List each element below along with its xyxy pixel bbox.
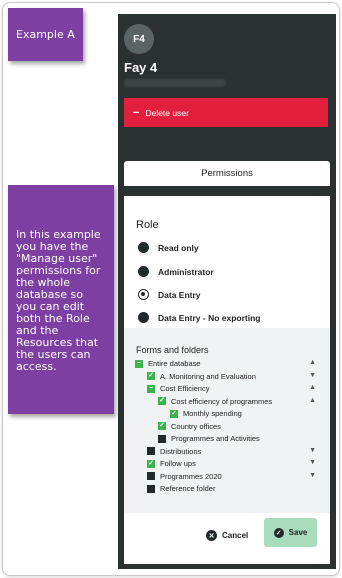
checkbox-checked-icon[interactable]: ✓ bbox=[158, 397, 166, 405]
user-panel: F4 Fay 4 − Delete user Permissions Role … bbox=[118, 14, 336, 569]
checkbox-checked-icon[interactable]: ✓ bbox=[158, 422, 166, 430]
blurred-email bbox=[124, 79, 226, 87]
expand-arrow-icon[interactable]: ▼ bbox=[309, 447, 316, 454]
minus-icon: − bbox=[133, 106, 140, 119]
permissions-card: Role Read only Administrator Data Entry … bbox=[124, 196, 330, 564]
role-option-label: Data Entry bbox=[158, 289, 201, 300]
checkbox-partial-icon[interactable]: − bbox=[147, 384, 155, 393]
role-heading: Role bbox=[136, 219, 159, 231]
expand-arrow-icon[interactable]: ▼ bbox=[309, 472, 316, 479]
radio-icon bbox=[138, 266, 149, 277]
role-option-data-entry-no-exporting[interactable]: Data Entry - No exporting bbox=[138, 312, 260, 323]
delete-user-button[interactable]: − Delete user bbox=[124, 98, 328, 127]
collapse-arrow-icon[interactable]: ▲ bbox=[309, 397, 316, 404]
cancel-button[interactable]: ✕ Cancel bbox=[206, 530, 248, 541]
tree-item-label: Reference folder bbox=[160, 484, 216, 493]
tree-item-label: Country offices bbox=[171, 421, 221, 431]
role-option-label: Read only bbox=[158, 242, 199, 253]
tree-item[interactable]: Reference folder bbox=[147, 484, 215, 493]
radio-icon bbox=[138, 242, 149, 253]
checkbox-checked-icon[interactable]: ✓ bbox=[147, 372, 155, 380]
tree-item-label: Cost Efficiency bbox=[160, 384, 210, 393]
tree-item-label: Distributions bbox=[160, 446, 202, 456]
tree-item-label: Monthly spending bbox=[183, 409, 242, 418]
checkbox-partial-icon[interactable]: − bbox=[135, 359, 143, 368]
tree-item-label: Programmes 2020 bbox=[160, 471, 222, 481]
cancel-label: Cancel bbox=[222, 531, 249, 540]
delete-user-label: Delete user bbox=[145, 107, 189, 118]
forms-heading: Forms and folders bbox=[136, 345, 209, 355]
tree-item[interactable]: ✓ Cost efficiency of programmes bbox=[158, 397, 272, 406]
radio-selected-icon bbox=[138, 289, 149, 300]
tree-item[interactable]: − Cost Efficiency bbox=[147, 384, 209, 393]
tab-permissions[interactable]: Permissions bbox=[124, 161, 330, 186]
close-icon: ✕ bbox=[206, 530, 217, 541]
forms-tree: Forms and folders − Entire database ▲ ✓ A. M… bbox=[124, 328, 330, 513]
tree-item[interactable]: Programmes and Activities bbox=[158, 434, 260, 443]
check-icon: ✓ bbox=[273, 527, 284, 538]
checkbox-checked-icon[interactable]: ✓ bbox=[147, 459, 155, 468]
save-label: Save bbox=[288, 528, 308, 537]
radio-icon bbox=[138, 312, 149, 323]
tree-item[interactable]: ✓ Follow ups bbox=[147, 459, 196, 468]
avatar: F4 bbox=[124, 24, 154, 54]
collapse-arrow-icon[interactable]: ▲ bbox=[309, 359, 316, 366]
tree-item[interactable]: Distributions bbox=[147, 447, 201, 456]
expand-arrow-icon[interactable]: ▼ bbox=[309, 459, 316, 466]
tree-item[interactable]: ✓ Country offices bbox=[158, 422, 221, 431]
role-option-read-only[interactable]: Read only bbox=[138, 242, 199, 253]
checkbox-empty-icon[interactable] bbox=[147, 472, 155, 480]
checkbox-empty-icon[interactable] bbox=[147, 447, 155, 455]
user-name: Fay 4 bbox=[124, 60, 158, 75]
role-option-data-entry[interactable]: Data Entry bbox=[138, 289, 201, 300]
tree-item[interactable]: Programmes 2020 bbox=[147, 472, 222, 481]
expand-arrow-icon[interactable]: ▼ bbox=[309, 372, 316, 379]
tree-item-label: Entire database bbox=[148, 359, 201, 368]
tree-item[interactable]: − Entire database bbox=[135, 359, 201, 368]
tree-item-label: Cost efficiency of programmes bbox=[171, 396, 273, 406]
callout-explanation: In this example you have the "Manage use… bbox=[8, 185, 114, 414]
role-option-label: Data Entry - No exporting bbox=[158, 312, 261, 323]
tree-item-label: A. Monitoring and Evaluation bbox=[160, 371, 256, 381]
role-option-label: Administrator bbox=[158, 266, 214, 277]
tree-item-label: Programmes and Activities bbox=[171, 434, 260, 443]
checkbox-empty-icon[interactable] bbox=[158, 434, 166, 443]
tree-item-label: Follow ups bbox=[160, 459, 196, 468]
tree-item[interactable]: ✓ A. Monitoring and Evaluation bbox=[147, 372, 256, 381]
tree-item[interactable]: ✓ Monthly spending bbox=[170, 409, 242, 418]
checkbox-checked-icon[interactable]: ✓ bbox=[170, 409, 178, 418]
collapse-arrow-icon[interactable]: ▲ bbox=[309, 384, 316, 391]
role-option-administrator[interactable]: Administrator bbox=[138, 266, 214, 277]
callout-example-a: Example A bbox=[8, 8, 83, 61]
save-button[interactable]: ✓ Save bbox=[264, 518, 317, 547]
checkbox-empty-icon[interactable] bbox=[147, 484, 155, 493]
